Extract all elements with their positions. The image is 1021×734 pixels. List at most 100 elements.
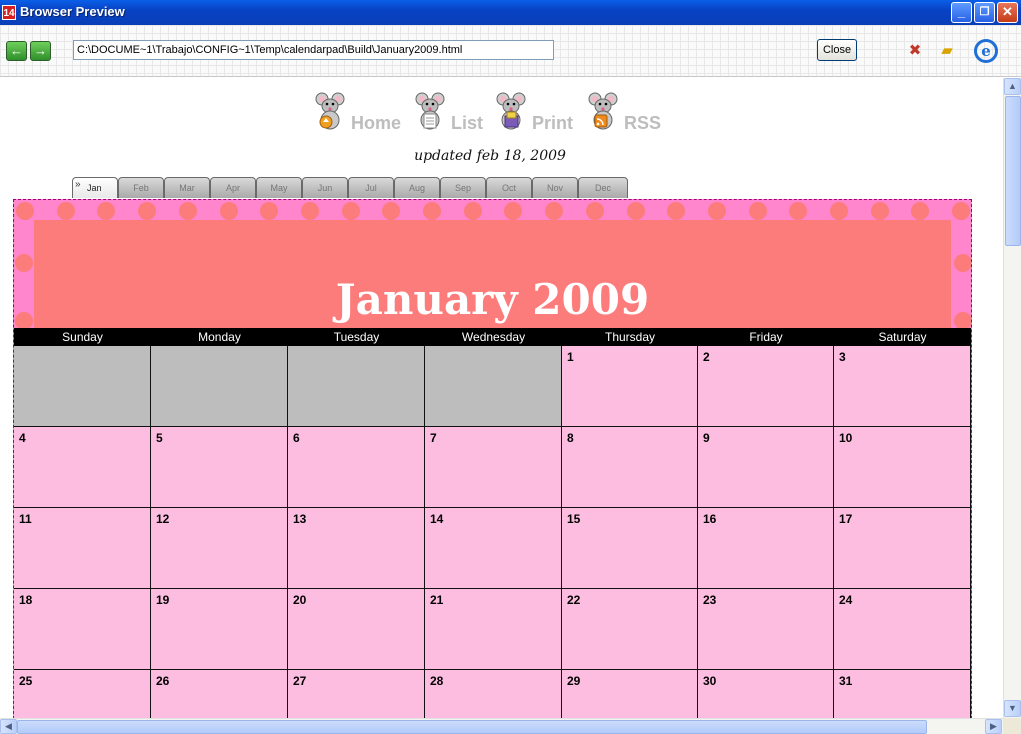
tab-sep[interactable]: Sep [440,177,486,198]
day-cell[interactable]: 28 [425,670,562,718]
day-cell[interactable]: 23 [698,589,834,670]
day-cell[interactable]: 18 [14,589,151,670]
title-bar[interactable]: 14 Browser Preview _ ❐ ✕ [0,0,1021,25]
day-number: 15 [567,512,581,526]
folder-icon[interactable]: ▰ [938,42,956,60]
weekday-label: Thursday [604,330,656,344]
day-cell[interactable]: 10 [834,427,971,508]
calendar-header: January 2009 [34,220,951,328]
day-cell[interactable]: 3 [834,346,971,427]
nav-print-label: Print [532,113,574,133]
day-cell[interactable]: 16 [698,508,834,589]
calendar: January 2009 Sunday Monday Tuesday Wedne… [13,199,972,718]
day-number: 22 [567,593,581,607]
day-number: 23 [703,593,717,607]
polka-dot [830,202,848,220]
mouse-home-icon [315,92,345,130]
polka-dot [178,202,197,220]
tab-oct[interactable]: Oct [486,177,532,198]
day-number: 12 [156,512,170,526]
weekday-label: Wednesday [461,330,526,344]
nav-rss-label: RSS [624,113,662,133]
forward-button[interactable]: → [30,41,51,61]
vertical-scroll-thumb[interactable] [1005,96,1021,246]
day-cell[interactable]: 22 [562,589,698,670]
day-cell[interactable]: 19 [151,589,288,670]
polka-dot [748,202,767,220]
maximize-button[interactable]: ❐ [974,2,995,23]
day-cell[interactable]: 12 [151,508,288,589]
polka-dot [341,202,360,220]
day-cell[interactable]: 29 [562,670,698,718]
day-number: 19 [156,593,170,607]
tools-icon[interactable]: ✖ [906,42,924,60]
day-cell[interactable]: 8 [562,427,698,508]
day-cell[interactable]: 7 [425,427,562,508]
day-cell[interactable]: 30 [698,670,834,718]
tab-dec[interactable]: Dec [578,177,628,198]
day-cell[interactable]: 4 [14,427,151,508]
day-cell[interactable]: 25 [14,670,151,718]
day-cell[interactable]: 14 [425,508,562,589]
back-button[interactable]: ← [6,41,27,61]
day-number: 1 [567,350,574,364]
polka-dot [219,202,238,220]
day-cell[interactable]: 9 [698,427,834,508]
toolbar: ← → Close ✖ ▰ e [0,25,1021,77]
day-cell[interactable]: 20 [288,589,425,670]
scroll-up-button[interactable]: ▲ [1004,78,1021,95]
scroll-left-button[interactable]: ◀ [0,719,17,734]
day-cell[interactable]: 1 [562,346,698,427]
polka-dot [382,202,401,220]
tab-feb[interactable]: Feb [118,177,164,198]
vertical-scrollbar[interactable]: ▲ ▼ [1003,78,1021,718]
tab-mar[interactable]: Mar [164,177,210,198]
tab-jan[interactable]: » Jan [72,177,118,198]
day-cell[interactable]: 15 [562,508,698,589]
day-number: 27 [293,674,307,688]
day-cell[interactable]: 2 [698,346,834,427]
polka-dot [952,202,971,220]
day-number: 11 [19,512,32,526]
scroll-down-button[interactable]: ▼ [1004,700,1021,717]
day-cell[interactable]: 11 [14,508,151,589]
horizontal-scroll-thumb[interactable] [17,720,927,734]
day-cell[interactable]: 13 [288,508,425,589]
window-close-button[interactable]: ✕ [997,2,1018,23]
day-cell[interactable]: 24 [834,589,971,670]
tab-aug[interactable]: Aug [394,177,440,198]
minimize-button[interactable]: _ [951,2,972,23]
horizontal-scrollbar[interactable]: ◀ ▶ [0,718,1003,734]
url-input[interactable] [73,40,554,60]
polka-dot [423,202,441,220]
polka-dot [260,202,279,220]
day-number: 13 [293,512,307,526]
tab-jul[interactable]: Jul [348,177,394,198]
tab-nov[interactable]: Nov [532,177,578,198]
polka-dot [16,202,34,220]
day-number: 26 [156,674,170,688]
tab-may[interactable]: May [256,177,302,198]
polka-dot [626,202,645,220]
day-number: 6 [293,431,300,445]
day-number: 17 [839,512,853,526]
empty-day-cell [14,346,151,427]
polka-dot [463,202,482,220]
day-cell[interactable]: 21 [425,589,562,670]
empty-day-cell [425,346,562,427]
internet-explorer-icon[interactable]: e [974,39,998,63]
weekday-label: Saturday [878,330,927,344]
day-cell[interactable]: 5 [151,427,288,508]
day-cell[interactable]: 6 [288,427,425,508]
day-cell[interactable]: 17 [834,508,971,589]
weekday-label: Sunday [62,330,103,344]
day-cell[interactable]: 31 [834,670,971,718]
day-number: 31 [839,674,853,688]
close-button[interactable]: Close [817,39,857,61]
day-cell[interactable]: 27 [288,670,425,718]
nav-home-label: Home [351,113,402,133]
tab-jun[interactable]: Jun [302,177,348,198]
tab-apr[interactable]: Apr [210,177,256,198]
scroll-right-button[interactable]: ▶ [985,719,1002,734]
day-cell[interactable]: 26 [151,670,288,718]
